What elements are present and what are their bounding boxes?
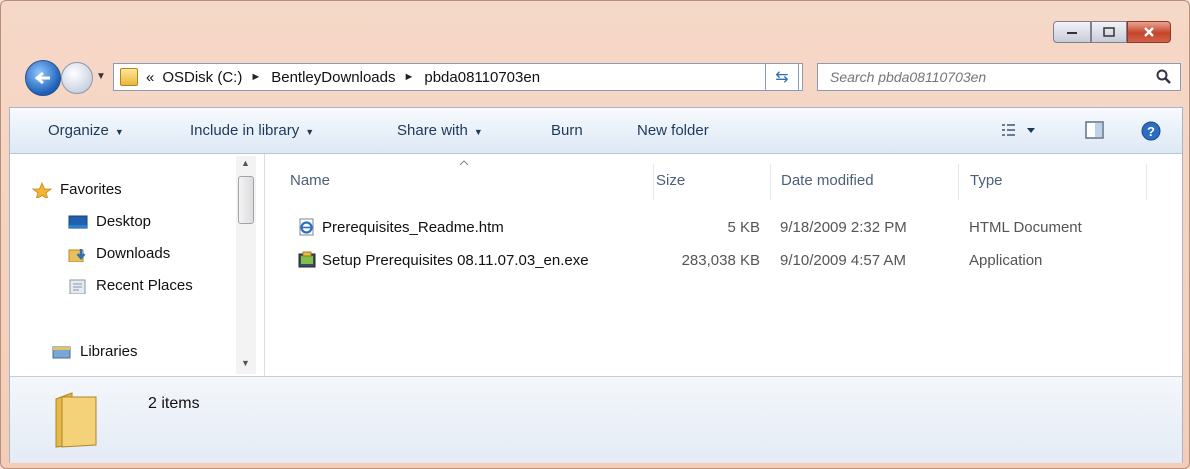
scroll-up-icon[interactable]: ▲: [241, 158, 250, 168]
forward-button[interactable]: [61, 62, 93, 94]
window-controls: [1053, 21, 1171, 43]
change-view-button[interactable]: [1000, 120, 1040, 144]
breadcrumb-current-folder[interactable]: pbda08110703en: [424, 69, 540, 86]
search-input[interactable]: [828, 68, 1152, 86]
command-bar: Organize ▼ Include in library ▼ Share with…: [10, 108, 1182, 154]
star-icon: [32, 181, 52, 198]
nav-item-label: Downloads: [96, 245, 171, 262]
file-name: Prerequisites_Readme.htm: [322, 219, 504, 236]
nav-libraries-label: Libraries: [80, 343, 138, 360]
chevron-down-icon: ▼: [114, 127, 124, 137]
explorer-window: ▼ « OSDisk (C:) ► BentleyDownloads ► pbd…: [0, 0, 1190, 469]
file-size: 5 KB: [727, 219, 760, 236]
setup-exe-icon: [298, 251, 316, 268]
nav-item-downloads[interactable]: Downloads: [68, 245, 170, 262]
nav-item-label: Desktop: [96, 213, 152, 230]
chevron-down-icon: ▼: [305, 127, 315, 137]
file-row[interactable]: Setup Prerequisites 08.11.07.03_en.exe 2…: [290, 249, 1160, 273]
address-bar[interactable]: « OSDisk (C:) ► BentleyDownloads ► pbda0…: [113, 63, 803, 91]
share-with-label: Share with: [397, 122, 468, 139]
file-type: Application: [969, 252, 1043, 269]
search-icon[interactable]: [1156, 69, 1172, 85]
folder-icon: [120, 68, 138, 86]
search-box[interactable]: [817, 63, 1181, 91]
include-in-library-button[interactable]: Include in library ▼: [190, 122, 314, 139]
recent-pages-dropdown[interactable]: ▼: [96, 71, 106, 82]
nav-favorites[interactable]: Favorites: [32, 181, 122, 198]
item-count: 2 items: [148, 395, 200, 412]
minimize-icon: [1067, 32, 1077, 34]
file-type: HTML Document: [969, 219, 1082, 236]
back-arrow-icon: [34, 71, 50, 85]
nav-libraries[interactable]: Libraries: [52, 343, 138, 360]
preview-pane-icon: [1085, 121, 1104, 139]
nav-item-label: Recent Places: [96, 277, 193, 294]
large-folder-icon: [55, 392, 97, 448]
svg-text:?: ?: [1147, 124, 1155, 139]
column-divider[interactable]: [958, 164, 959, 200]
chevron-down-icon: ▼: [473, 127, 483, 137]
nav-favorites-label: Favorites: [60, 181, 122, 198]
scrollbar-thumb[interactable]: [238, 176, 254, 224]
new-folder-button[interactable]: New folder: [637, 122, 709, 139]
column-header-date-modified[interactable]: Date modified: [781, 172, 874, 189]
navigation-bar: ▼ « OSDisk (C:) ► BentleyDownloads ► pbd…: [21, 57, 1181, 97]
maximize-button[interactable]: [1091, 21, 1127, 43]
preview-pane-button[interactable]: [1084, 120, 1106, 144]
file-name: Setup Prerequisites 08.11.07.03_en.exe: [322, 252, 589, 269]
column-divider[interactable]: [770, 164, 771, 200]
burn-button[interactable]: Burn: [551, 122, 583, 139]
organize-button[interactable]: Organize ▼: [48, 122, 124, 139]
column-header-size[interactable]: Size: [656, 172, 685, 189]
breadcrumb-overflow[interactable]: «: [146, 69, 154, 86]
column-header-type[interactable]: Type: [970, 172, 1003, 189]
recent-places-icon: [69, 279, 86, 294]
column-divider[interactable]: [1146, 164, 1147, 200]
desktop-icon: [68, 215, 88, 228]
column-header-name[interactable]: Name: [290, 172, 330, 189]
chevron-right-icon[interactable]: ►: [403, 71, 414, 83]
html-document-icon: [299, 218, 314, 236]
back-button[interactable]: [25, 60, 61, 96]
refresh-icon: ⇆: [775, 69, 789, 86]
file-date-modified: 9/18/2009 2:32 PM: [780, 219, 907, 236]
share-with-button[interactable]: Share with ▼: [397, 122, 483, 139]
file-list: Name Size Date modified Type Prerequisit…: [270, 154, 1176, 376]
sort-ascending-icon: [459, 160, 469, 166]
nav-item-recent-places[interactable]: Recent Places: [68, 277, 193, 294]
minimize-button[interactable]: [1053, 21, 1091, 43]
file-size: 283,038 KB: [681, 252, 760, 269]
breadcrumb-osdisk[interactable]: OSDisk (C:): [162, 69, 242, 86]
scroll-down-icon[interactable]: ▼: [241, 358, 250, 368]
organize-label: Organize: [48, 122, 109, 139]
column-divider[interactable]: [653, 164, 654, 200]
navigation-pane: Favorites Desktop Downloads Recent Place…: [10, 154, 265, 376]
close-icon: [1144, 27, 1154, 37]
breadcrumb-bentleydownloads[interactable]: BentleyDownloads: [271, 69, 395, 86]
nav-pane-scrollbar[interactable]: ▲ ▼: [236, 156, 256, 374]
view-list-icon: [1002, 124, 1035, 136]
file-date-modified: 9/10/2009 4:57 AM: [780, 252, 906, 269]
refresh-button[interactable]: ⇆: [765, 63, 799, 91]
downloads-folder-icon: [68, 248, 86, 262]
help-icon: ?: [1141, 121, 1161, 141]
close-button[interactable]: [1127, 21, 1171, 43]
chevron-right-icon[interactable]: ►: [250, 71, 261, 83]
libraries-icon: [52, 346, 71, 358]
nav-item-desktop[interactable]: Desktop: [68, 213, 151, 230]
include-in-library-label: Include in library: [190, 122, 300, 139]
maximize-icon: [1103, 27, 1115, 37]
details-pane: 2 items: [10, 376, 1182, 463]
content-panel: Organize ▼ Include in library ▼ Share with…: [9, 107, 1183, 463]
file-row[interactable]: Prerequisites_Readme.htm 5 KB 9/18/2009 …: [290, 216, 1160, 240]
help-button[interactable]: ?: [1140, 120, 1162, 146]
